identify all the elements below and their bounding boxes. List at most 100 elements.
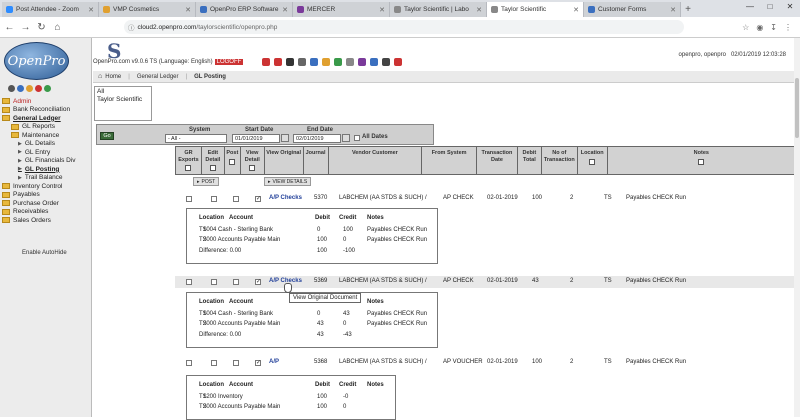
export-tool-icon[interactable]: [334, 58, 342, 66]
browser-tab[interactable]: Taylor Scientific | Labo ✕: [390, 2, 487, 17]
all-dates-checkbox[interactable]: [354, 135, 360, 141]
breadcrumb-section[interactable]: General Ledger: [137, 74, 179, 80]
tab-close-icon[interactable]: ✕: [571, 6, 579, 14]
company-option[interactable]: Taylor Scientific: [97, 96, 149, 104]
column-header[interactable]: Notes: [608, 147, 796, 174]
back-tool-icon[interactable]: [262, 58, 270, 66]
close-window-icon[interactable]: ✕: [780, 0, 800, 13]
browser-tab[interactable]: MERCER ✕: [293, 2, 390, 17]
tab-close-icon[interactable]: ✕: [86, 6, 94, 14]
home-icon[interactable]: ⌂: [51, 22, 64, 33]
tab-close-icon[interactable]: ✕: [474, 6, 482, 14]
export-checkbox[interactable]: [186, 196, 192, 202]
sidebar-item[interactable]: ▶ GL Posting: [2, 165, 90, 174]
view-detail-checkbox[interactable]: ✓: [255, 196, 261, 202]
bookmark-star-icon[interactable]: ☆: [742, 23, 749, 32]
post-button[interactable]: ▸ POST: [193, 177, 220, 186]
attach-tool-icon[interactable]: [346, 58, 354, 66]
help-tool-icon[interactable]: [370, 58, 378, 66]
post-checkbox[interactable]: [233, 196, 239, 202]
column-header[interactable]: No of Transaction: [542, 147, 578, 174]
end-calendar-icon[interactable]: [342, 134, 350, 142]
logoff-badge[interactable]: LOGOFF: [214, 59, 244, 65]
menu-dots-icon[interactable]: ⋮: [784, 23, 792, 32]
sidebar-item[interactable]: ▶ GL Entry: [2, 148, 90, 157]
system-select[interactable]: - All -: [165, 134, 227, 143]
column-select-checkbox[interactable]: [698, 158, 705, 165]
minimize-icon[interactable]: —: [740, 0, 760, 13]
sidebar-item[interactable]: Maintenance: [2, 131, 90, 140]
reload-icon[interactable]: ↻: [35, 22, 48, 33]
mail-quick-icon[interactable]: [26, 85, 33, 92]
start-calendar-icon[interactable]: [281, 134, 289, 142]
back-icon[interactable]: ←: [3, 22, 16, 33]
gl-batch-row[interactable]: ✓ A/P 5368 LABCHEM (AA STDS & SUCH) / AP…: [175, 357, 797, 369]
favorites-tool-icon[interactable]: [322, 58, 330, 66]
browser-tab[interactable]: Customer Forms ✕: [584, 2, 681, 17]
sidebar-item[interactable]: GL Reports: [2, 123, 90, 132]
column-header[interactable]: Transaction Date: [477, 147, 518, 174]
calendar-quick-icon[interactable]: [44, 85, 51, 92]
post-checkbox[interactable]: [233, 279, 239, 285]
edit-detail-checkbox[interactable]: [211, 279, 217, 285]
home-crumb-icon[interactable]: ⌂: [98, 73, 102, 80]
gl-batch-row[interactable]: ✓ A/P Checks 5370 LABCHEM (AA STDS & SUC…: [175, 193, 797, 205]
column-header[interactable]: Location: [578, 147, 608, 174]
sidebar-item[interactable]: Sales Orders: [2, 216, 90, 225]
print-tool-icon[interactable]: [298, 58, 306, 66]
sidebar-item[interactable]: Inventory Control: [2, 182, 90, 191]
scrollbar-thumb[interactable]: [795, 78, 799, 138]
column-header[interactable]: Debit Total: [518, 147, 542, 174]
user-quick-icon[interactable]: [17, 85, 24, 92]
column-select-checkbox[interactable]: [209, 165, 216, 171]
browser-tab[interactable]: Post Attendee - Zoom ✕: [2, 2, 99, 17]
browser-tab[interactable]: OpenPro ERP Software ✕: [196, 2, 293, 17]
export-checkbox[interactable]: [186, 279, 192, 285]
company-listbox[interactable]: All Taylor Scientific: [94, 86, 152, 121]
forward-tool-icon[interactable]: [274, 58, 282, 66]
refresh-tool-icon[interactable]: [382, 58, 390, 66]
tab-close-icon[interactable]: ✕: [183, 6, 191, 14]
browser-tab[interactable]: VMP Cosmetics ✕: [99, 2, 196, 17]
download-icon[interactable]: ↧: [770, 23, 777, 32]
column-header[interactable]: From System: [422, 147, 478, 174]
extension-icon[interactable]: ◉: [756, 23, 763, 32]
edit-detail-checkbox[interactable]: [211, 360, 217, 366]
sidebar-item[interactable]: General Ledger: [2, 114, 90, 123]
home-quick-icon[interactable]: [8, 85, 15, 92]
sidebar-item[interactable]: Bank Reconciliation: [2, 106, 90, 115]
column-header[interactable]: Journal: [304, 147, 329, 174]
column-select-checkbox[interactable]: [229, 158, 236, 165]
breadcrumb-home[interactable]: Home: [105, 74, 121, 80]
column-select-checkbox[interactable]: [185, 165, 192, 171]
tab-close-icon[interactable]: ✕: [280, 6, 288, 14]
end-date-input[interactable]: 02/01/2019: [293, 134, 341, 143]
help-quick-icon[interactable]: [35, 85, 42, 92]
sidebar-item[interactable]: Purchase Order: [2, 199, 90, 208]
column-select-checkbox[interactable]: [249, 165, 256, 171]
page-scrollbar[interactable]: [794, 38, 800, 417]
home-tool-icon[interactable]: [286, 58, 294, 66]
tab-close-icon[interactable]: ✕: [668, 6, 676, 14]
export-checkbox[interactable]: [186, 360, 192, 366]
post-checkbox[interactable]: [233, 360, 239, 366]
view-original-link[interactable]: A/P: [269, 359, 279, 365]
column-header[interactable]: Vendor Customer: [329, 147, 423, 174]
browser-tab[interactable]: Taylor Scientific ✕: [487, 2, 584, 17]
tab-close-icon[interactable]: ✕: [377, 6, 385, 14]
column-select-checkbox[interactable]: [589, 158, 596, 165]
url-field[interactable]: ⓘ cloud2.openpro.com /taylorscientific/o…: [124, 20, 684, 34]
edit-detail-checkbox[interactable]: [211, 196, 217, 202]
sidebar-item[interactable]: Payables: [2, 191, 90, 200]
email-tool-icon[interactable]: [310, 58, 318, 66]
maximize-icon[interactable]: □: [760, 0, 780, 13]
column-header[interactable]: GR Exports: [176, 147, 202, 174]
enable-autohide-link[interactable]: Enable AutoHide: [22, 250, 67, 256]
sidebar-item[interactable]: ▶ GL Financials Div: [2, 157, 90, 166]
view-details-button[interactable]: ▸ VIEW DETAILS: [264, 177, 312, 186]
view-detail-checkbox[interactable]: ✓: [255, 279, 261, 285]
sidebar-item[interactable]: ▶ Trail Balance: [2, 174, 90, 183]
new-tab-icon[interactable]: +: [681, 2, 695, 17]
settings-tool-icon[interactable]: [394, 58, 402, 66]
column-header[interactable]: Edit Detail: [202, 147, 225, 174]
